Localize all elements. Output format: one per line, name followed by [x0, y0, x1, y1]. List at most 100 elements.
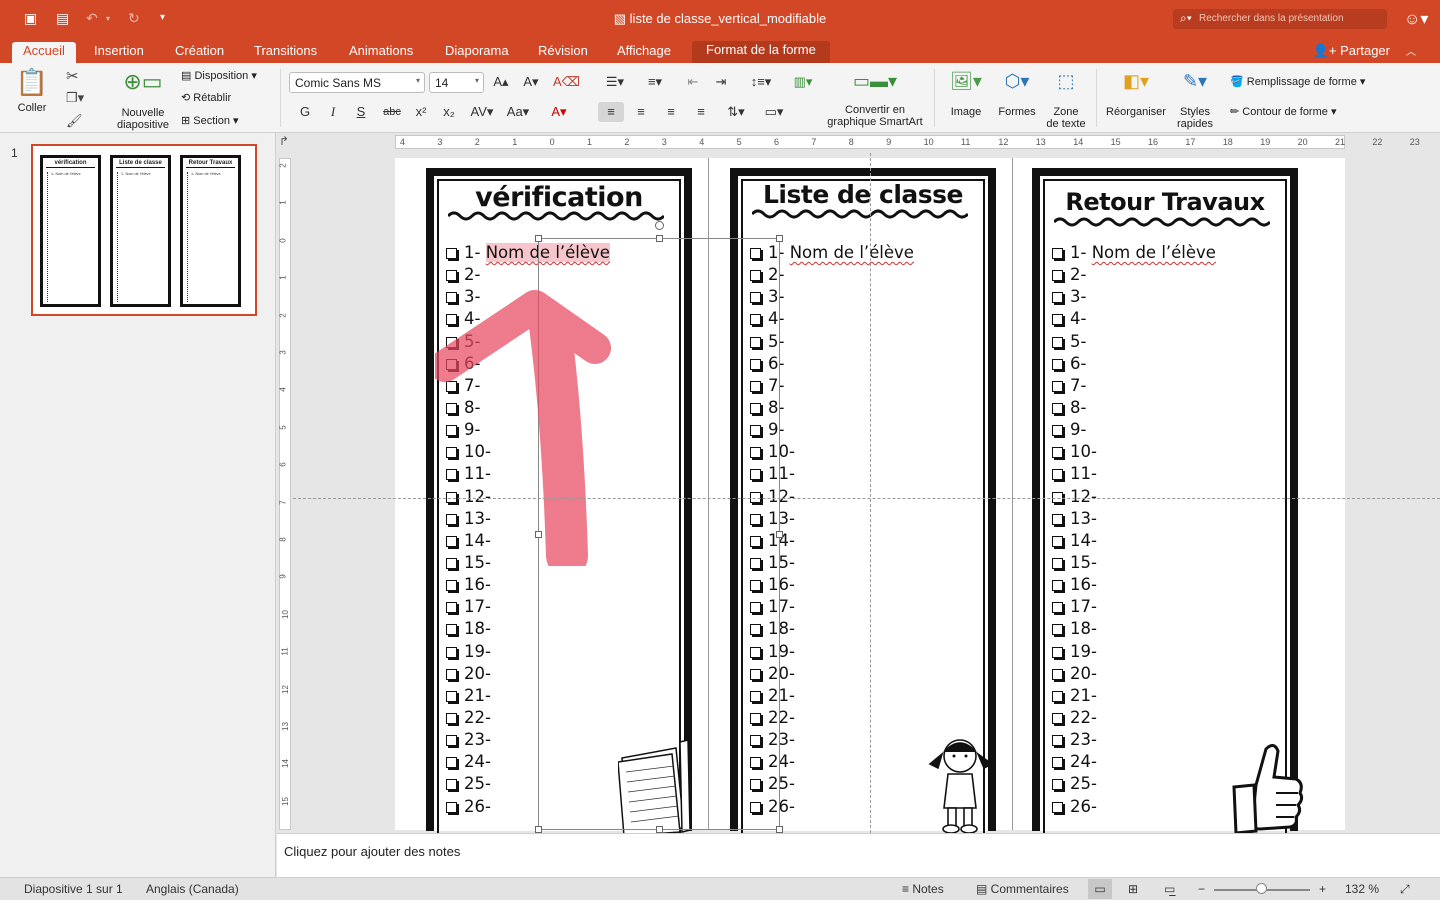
list-number: 1-	[464, 243, 481, 262]
shrink-font-icon[interactable]: A▾	[520, 72, 542, 92]
styles-label-2: rapides	[1176, 118, 1214, 130]
student-name-placeholder[interactable]: Nom de l’élève	[790, 243, 914, 262]
tab-accueil[interactable]: Accueil	[12, 42, 76, 63]
scissors-icon[interactable]: ✂	[66, 67, 79, 85]
ruler-number: 7	[811, 137, 817, 147]
columns-icon[interactable]: ▥▾	[786, 72, 820, 92]
align-left-icon[interactable]: ≡	[598, 102, 624, 122]
search-input[interactable]: ⌕▾ Rechercher dans la présentation	[1173, 9, 1387, 29]
zoom-in-icon[interactable]: +	[1319, 882, 1326, 896]
checkbox-icon	[1052, 735, 1063, 747]
italic-button[interactable]: I	[322, 102, 344, 122]
font-color-icon[interactable]: A▾	[543, 102, 575, 122]
ruler-number: 16	[1148, 137, 1159, 147]
share-button[interactable]: 👤+ Partager ︿	[1313, 43, 1416, 59]
tab-transitions[interactable]: Transitions	[254, 43, 317, 63]
slide-thumbnail[interactable]: vérification 1- Nom de l’élève Liste de c…	[31, 144, 257, 316]
subscript-icon[interactable]: x₂	[438, 102, 460, 122]
font-name-combo[interactable]: Comic Sans MS ▾	[289, 72, 425, 93]
student-name-placeholder[interactable]: Nom de l’élève	[1092, 243, 1216, 262]
comments-toggle[interactable]: ▤ Commentaires	[976, 882, 1069, 896]
arrange-button[interactable]: ◧▾ Réorganiser	[1104, 71, 1168, 118]
normal-view-icon[interactable]: ▭	[1088, 879, 1112, 899]
tab-animations[interactable]: Animations	[349, 43, 413, 63]
new-slide-button[interactable]: ⊕▭ Nouvelle diapositive	[112, 69, 174, 131]
notes-toggle[interactable]: ≡ Notes	[902, 882, 944, 896]
tab-affichage[interactable]: Affichage	[617, 43, 671, 63]
superscript-icon[interactable]: x²	[410, 102, 432, 122]
format-painter-icon[interactable]: 🖌	[66, 113, 83, 129]
shapes-button[interactable]: ⬡▾ Formes	[994, 71, 1040, 118]
bullets-icon[interactable]: ☰▾	[598, 72, 632, 92]
zoom-slider-thumb[interactable]	[1256, 883, 1267, 894]
section-button[interactable]: ⊞ Section ▾	[181, 114, 239, 127]
reset-button[interactable]: ⟲ Rétablir	[181, 91, 231, 104]
collapse-ribbon-icon[interactable]: ︿	[1406, 47, 1416, 58]
ruler-number: 4	[400, 137, 406, 147]
tab-creation[interactable]: Création	[175, 43, 224, 63]
horizontal-guide	[293, 498, 1440, 499]
fit-slide-icon[interactable]: ⤢	[1400, 882, 1410, 897]
resize-handle[interactable]	[776, 826, 783, 833]
list-item: 22-	[1052, 707, 1282, 729]
ruler-number: 19	[1260, 137, 1271, 147]
strikethrough-button[interactable]: abc	[379, 102, 405, 122]
font-size-combo[interactable]: 14 ▾	[429, 72, 484, 93]
textbox-label-1: Zone	[1053, 106, 1079, 118]
resize-handle[interactable]	[535, 826, 542, 833]
rotate-handle-icon[interactable]	[655, 221, 664, 230]
list-number: 22-	[1070, 707, 1097, 727]
convert-smartart-button[interactable]: ▭▬▾ Convertir en graphique SmartArt	[824, 71, 926, 128]
slide-sorter-icon[interactable]: ⊞	[1128, 882, 1138, 896]
tab-format-forme[interactable]: Format de la forme	[692, 41, 830, 63]
zoom-level[interactable]: 132 %	[1345, 882, 1379, 896]
bold-button[interactable]: G	[294, 102, 316, 122]
paste-button[interactable]: 📋 Coller	[10, 67, 54, 114]
align-right-icon[interactable]: ≡	[658, 102, 684, 122]
presentation-view-icon[interactable]: ▭̲	[1164, 882, 1175, 896]
list-number: 11-	[1070, 464, 1097, 484]
resize-handle[interactable]	[656, 235, 663, 242]
ruler-number: 10	[923, 137, 934, 147]
list-item: 9-	[1052, 419, 1282, 441]
tab-diaporama[interactable]: Diaporama	[445, 43, 509, 63]
resize-handle[interactable]	[776, 531, 783, 538]
image-button[interactable]: 🖼▾ Image	[944, 71, 988, 118]
increase-indent-icon[interactable]: ⇥	[710, 72, 732, 92]
text-direction-icon[interactable]: ⇅▾	[720, 102, 752, 122]
align-center-icon[interactable]: ≡	[628, 102, 654, 122]
quick-styles-button[interactable]: ✎▾ Styles rapides	[1172, 71, 1218, 130]
clear-format-icon[interactable]: A⌫	[553, 72, 580, 92]
ruler-number: 3	[278, 350, 288, 355]
tab-stop-icon[interactable]: ↱	[279, 134, 289, 148]
shape-fill-button[interactable]: 🪣 Remplissage de forme ▾	[1230, 75, 1365, 88]
resize-handle[interactable]	[776, 235, 783, 242]
column-retour-travaux: Retour Travaux 1- Nom de l’élève 2- 3- 4- 5…	[1032, 168, 1304, 833]
numbering-icon[interactable]: ≡▾	[638, 72, 672, 92]
tab-revision[interactable]: Révision	[538, 43, 588, 63]
char-spacing-icon[interactable]: AV▾	[468, 102, 496, 122]
resize-handle[interactable]	[656, 826, 663, 833]
line-spacing-icon[interactable]: ↕≡▾	[746, 72, 776, 92]
textbox-button[interactable]: ⬚ Zone de texte	[1044, 71, 1088, 130]
list-item: 9-	[750, 419, 980, 441]
notes-icon: ≡	[902, 882, 913, 896]
change-case-icon[interactable]: Aa▾	[503, 102, 533, 122]
underline-button[interactable]: S	[350, 102, 372, 122]
grow-font-icon[interactable]: A▴	[490, 72, 512, 92]
tab-insertion[interactable]: Insertion	[94, 43, 144, 63]
align-text-icon[interactable]: ▭▾	[758, 102, 790, 122]
decrease-indent-icon[interactable]: ⇤	[682, 72, 704, 92]
language-indicator[interactable]: Anglais (Canada)	[146, 882, 239, 896]
shape-outline-button[interactable]: ✏ Contour de forme ▾	[1230, 105, 1336, 118]
list-number: 12-	[1070, 486, 1097, 506]
justify-icon[interactable]: ≡	[688, 102, 714, 122]
notes-pane[interactable]: Cliquez pour ajouter des notes	[277, 833, 1440, 877]
zoom-out-icon[interactable]: −	[1198, 882, 1205, 896]
slide-editor[interactable]: vérification 1- Nom de l’élève 2- 3- 4- 5- 6…	[293, 153, 1440, 833]
font-size-value: 14	[435, 76, 449, 90]
smiley-feedback-icon[interactable]: ☺▾	[1404, 9, 1428, 29]
layout-button[interactable]: ▤ Disposition ▾	[181, 69, 257, 82]
copy-icon[interactable]: ❐▾	[66, 90, 84, 106]
resize-handle[interactable]	[535, 235, 542, 242]
